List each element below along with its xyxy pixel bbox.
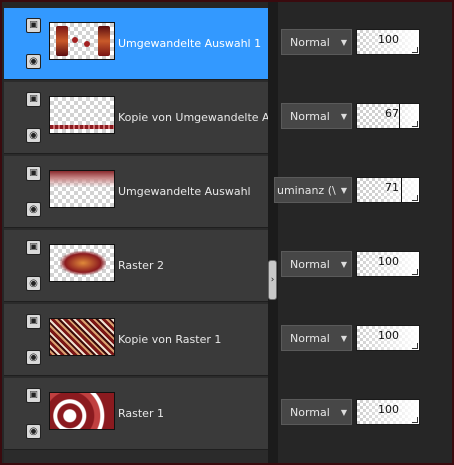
layer-controls: Normal ▼ 100	[278, 378, 452, 450]
resize-grip	[412, 47, 418, 53]
eye-icon[interactable]: ◉	[26, 202, 41, 217]
resize-grip	[412, 417, 418, 423]
blend-mode-value: Normal	[290, 109, 330, 123]
resize-grip	[412, 195, 418, 201]
eye-icon[interactable]: ◉	[26, 276, 41, 291]
chevron-down-icon[interactable]: ▼	[337, 260, 351, 269]
opacity-slider[interactable]: 100	[356, 399, 420, 425]
opacity-marker[interactable]	[401, 178, 403, 202]
splitter-arrow-icon[interactable]: ›	[268, 260, 277, 300]
layer-controls: uminanz (\ ▼ 71	[274, 156, 452, 228]
blend-mode-dropdown[interactable]: Normal ▼	[281, 103, 352, 129]
chevron-down-icon[interactable]: ▼	[337, 38, 351, 47]
opacity-value: 100	[378, 33, 399, 46]
opacity-slider[interactable]: 100	[356, 325, 420, 351]
layer-thumbnail	[49, 244, 115, 282]
layer-row[interactable]: ▣ ◉ Kopie von Umgewandelte Au	[4, 82, 268, 154]
blend-mode-value: Normal	[290, 405, 330, 419]
layer-row[interactable]: ▣ ◉ Umgewandelte Auswahl 1	[4, 8, 268, 80]
layer-list: ▣ ◉ Umgewandelte Auswahl 1 ▣ ◉ Kopie von…	[4, 8, 268, 463]
opacity-value: 71	[385, 181, 399, 194]
resize-grip	[412, 121, 418, 127]
blend-mode-value: Normal	[290, 331, 330, 345]
chevron-down-icon[interactable]: ▼	[337, 334, 351, 343]
opacity-value: 100	[378, 329, 399, 342]
chevron-down-icon[interactable]: ▼	[337, 186, 351, 195]
resize-grip	[412, 343, 418, 349]
layer-row[interactable]: ▣ ◉ Kopie von Raster 1	[4, 304, 268, 376]
layer-name[interactable]: Raster 1	[118, 407, 268, 420]
resize-grip	[412, 269, 418, 275]
blend-mode-value: Normal	[290, 257, 330, 271]
layer-thumbnail	[49, 318, 115, 356]
chevron-down-icon[interactable]: ▼	[337, 112, 351, 121]
layer-stack-icon[interactable]: ▣	[26, 240, 41, 255]
layer-row[interactable]: ▣ ◉ Raster 2	[4, 230, 268, 302]
layer-controls: Normal ▼ 100	[278, 304, 452, 376]
opacity-value: 100	[378, 403, 399, 416]
blend-mode-value: uminanz (\	[277, 183, 336, 197]
layer-thumbnail	[49, 96, 115, 134]
layer-stack-icon[interactable]: ▣	[26, 92, 41, 107]
layer-name[interactable]: Umgewandelte Auswahl 1	[118, 37, 268, 50]
layers-panel: ▣ ◉ Umgewandelte Auswahl 1 ▣ ◉ Kopie von…	[2, 2, 452, 463]
blend-mode-dropdown[interactable]: Normal ▼	[281, 399, 352, 425]
layer-stack-icon[interactable]: ▣	[26, 314, 41, 329]
layer-stack-icon[interactable]: ▣	[26, 166, 41, 181]
layer-thumbnail	[49, 22, 115, 60]
opacity-slider[interactable]: 71	[356, 177, 420, 203]
layer-name[interactable]: Raster 2	[118, 259, 268, 272]
layer-row[interactable]: ▣ ◉ Raster 1	[4, 378, 268, 450]
layer-controls: Normal ▼ 100	[278, 230, 452, 302]
blend-mode-dropdown[interactable]: Normal ▼	[281, 325, 352, 351]
layer-controls: Normal ▼ 100	[278, 8, 452, 80]
blend-mode-value: Normal	[290, 35, 330, 49]
blend-mode-dropdown[interactable]: Normal ▼	[281, 29, 352, 55]
layer-row[interactable]: ▣ ◉ Umgewandelte Auswahl	[4, 156, 268, 228]
layer-properties: Normal ▼ 100 Normal ▼ 67 uminanz (\ ▼ 71…	[274, 8, 452, 463]
layer-stack-icon[interactable]: ▣	[26, 18, 41, 33]
blend-mode-dropdown[interactable]: uminanz (\ ▼	[274, 177, 352, 203]
opacity-value: 67	[385, 107, 399, 120]
layer-name[interactable]: Kopie von Umgewandelte Au	[118, 111, 268, 124]
blend-mode-dropdown[interactable]: Normal ▼	[281, 251, 352, 277]
layer-name[interactable]: Umgewandelte Auswahl	[118, 185, 268, 198]
layer-thumbnail	[49, 170, 115, 208]
panel-splitter[interactable]	[268, 2, 278, 463]
layer-name[interactable]: Kopie von Raster 1	[118, 333, 268, 346]
eye-icon[interactable]: ◉	[26, 128, 41, 143]
layer-controls: Normal ▼ 67	[278, 82, 452, 154]
opacity-slider[interactable]: 100	[356, 251, 420, 277]
opacity-value: 100	[378, 255, 399, 268]
eye-icon[interactable]: ◉	[26, 424, 41, 439]
layer-thumbnail	[49, 392, 115, 430]
chevron-down-icon[interactable]: ▼	[337, 408, 351, 417]
opacity-slider[interactable]: 100	[356, 29, 420, 55]
eye-icon[interactable]: ◉	[26, 54, 41, 69]
eye-icon[interactable]: ◉	[26, 350, 41, 365]
layer-stack-icon[interactable]: ▣	[26, 388, 41, 403]
opacity-slider[interactable]: 67	[356, 103, 420, 129]
